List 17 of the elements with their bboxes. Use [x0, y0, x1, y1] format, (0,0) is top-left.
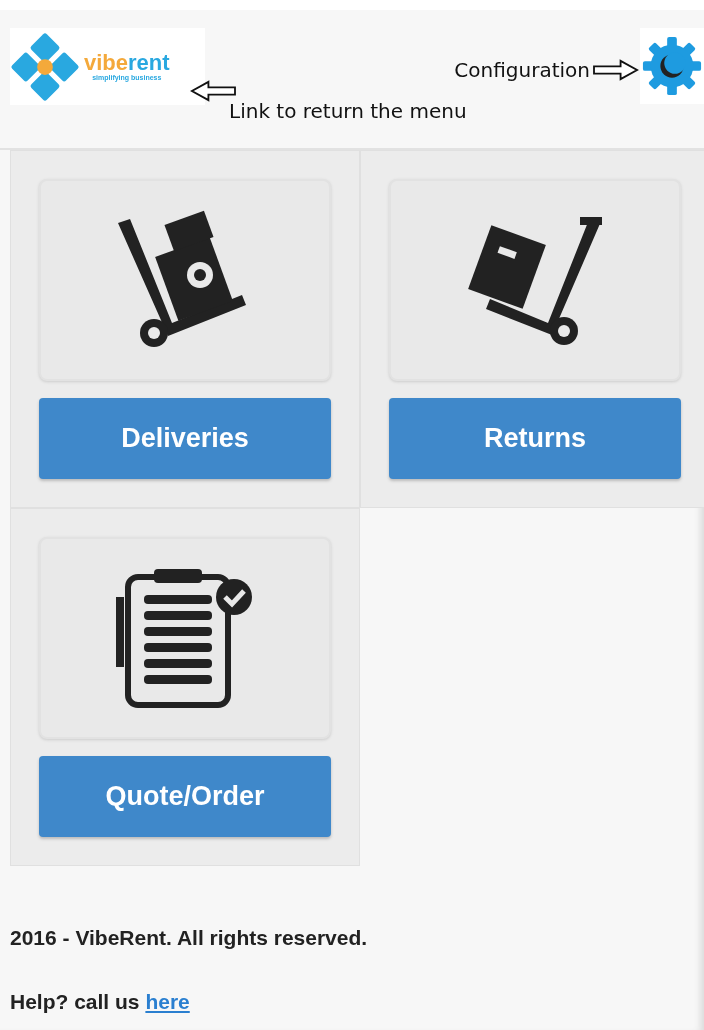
help-link[interactable]: here	[145, 990, 190, 1013]
logo-icon	[10, 31, 80, 102]
icon-card[interactable]	[39, 179, 331, 381]
settings-button[interactable]	[640, 28, 704, 104]
icon-card[interactable]	[39, 537, 331, 739]
menu-button[interactable]: Quote/Order	[39, 755, 331, 837]
icon-card[interactable]	[389, 179, 681, 381]
menu-button[interactable]: Returns	[389, 397, 681, 479]
menu-button[interactable]: Deliveries	[39, 397, 331, 479]
annotation-text: Link to return the menu	[229, 99, 467, 123]
left-arrow-icon	[190, 80, 236, 102]
logo-wordmark: viberent	[84, 52, 170, 74]
annotation-text: Configuration	[454, 58, 590, 82]
copyright-text: 2016 - VibeRent. All rights reserved.	[10, 926, 369, 950]
settings-icon	[641, 35, 703, 97]
right-arrow-icon	[592, 59, 640, 81]
help-text: Help? call us	[10, 990, 140, 1013]
